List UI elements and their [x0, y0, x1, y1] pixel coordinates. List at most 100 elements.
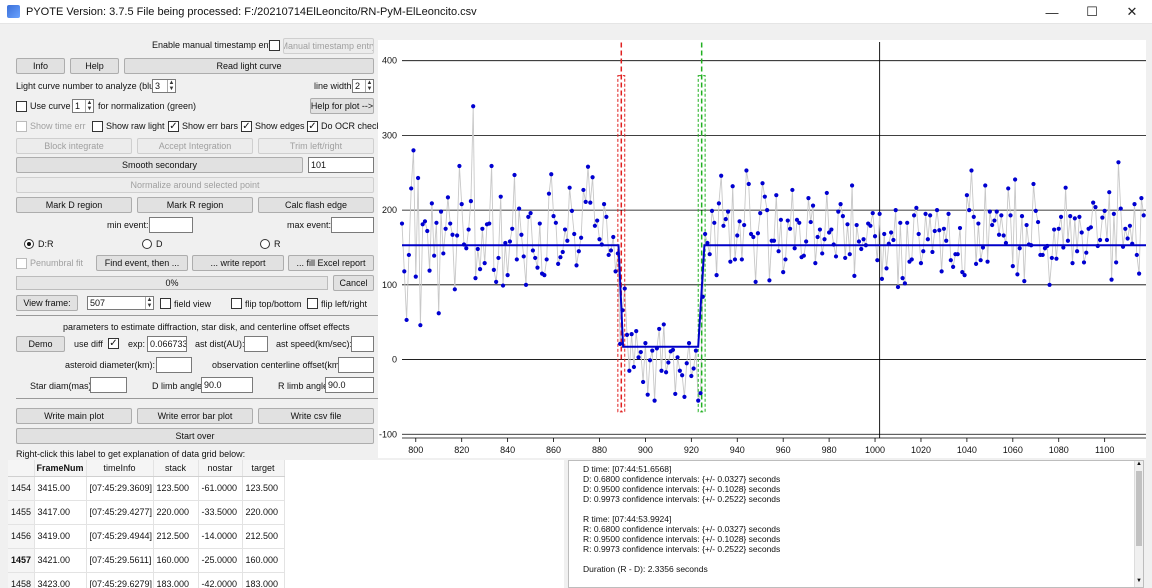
- cell-nostar[interactable]: -25.0000: [198, 548, 243, 573]
- row-header[interactable]: 1455: [8, 500, 35, 525]
- use-curve-spinbox[interactable]: 1 ▲ ▼: [72, 99, 94, 113]
- exp-input[interactable]: 0.0667330: [147, 336, 187, 352]
- table-row[interactable]: 1454 3415.00 [07:45:29.3609] 123.500 -61…: [8, 476, 285, 501]
- max-event-input[interactable]: [331, 217, 374, 233]
- spin-arrows-icon[interactable]: ▲ ▼: [85, 100, 93, 112]
- cell-stack[interactable]: 123.500: [153, 476, 199, 501]
- cancel-button[interactable]: Cancel: [333, 275, 374, 291]
- maximize-button[interactable]: ☐: [1072, 0, 1112, 24]
- manual-timestamp-entry-button[interactable]: Manual timestamp entry: [283, 38, 374, 54]
- minimize-button[interactable]: —: [1032, 0, 1072, 24]
- table-row[interactable]: 1455 3417.00 [07:45:29.4277] 220.000 -33…: [8, 500, 285, 525]
- cell-timeinfo[interactable]: [07:45:29.3609]: [86, 476, 154, 501]
- cell-target[interactable]: 212.500: [242, 524, 285, 549]
- row-header[interactable]: 1457: [8, 548, 35, 573]
- right-click-label[interactable]: Right-click this label to get explanatio…: [16, 449, 245, 459]
- write-csv-file-button[interactable]: Write csv file: [258, 408, 374, 424]
- table-row[interactable]: 1457 3421.00 [07:45:29.5611] 160.000 -25…: [8, 548, 285, 573]
- calc-flash-edge-button[interactable]: Calc flash edge: [258, 197, 374, 213]
- write-report-button[interactable]: ... write report: [192, 255, 284, 271]
- spin-arrows-icon[interactable]: ▲ ▼: [145, 297, 153, 309]
- grid-col-framenum[interactable]: FrameNum: [34, 460, 87, 477]
- log-scrollbar[interactable]: ▲ ▼: [1134, 461, 1143, 587]
- ast-speed-input[interactable]: [351, 336, 374, 352]
- d-limb-angle-input[interactable]: 90.0: [201, 377, 253, 393]
- cell-target[interactable]: 123.500: [242, 476, 285, 501]
- cell-stack[interactable]: 183.000: [153, 572, 199, 588]
- normalize-button[interactable]: Normalize around selected point: [16, 177, 374, 193]
- r-limb-angle-input[interactable]: 90.0: [325, 377, 374, 393]
- cell-target[interactable]: 183.000: [242, 572, 285, 588]
- scroll-down-icon[interactable]: ▼: [1135, 578, 1143, 587]
- trim-left-right-button[interactable]: Trim left/right: [258, 138, 374, 154]
- cell-framenum[interactable]: 3417.00: [34, 500, 87, 525]
- show-edges-checkbox[interactable]: ✓: [241, 121, 252, 132]
- view-frame-spinbox[interactable]: 507 ▲ ▼: [87, 296, 154, 310]
- radio-d[interactable]: [142, 239, 152, 249]
- grid-col-stack[interactable]: stack: [153, 460, 199, 477]
- table-row[interactable]: 1456 3419.00 [07:45:29.4944] 212.500 -14…: [8, 524, 285, 549]
- data-grid[interactable]: FrameNum timeInfo stack nostar target 14…: [8, 460, 564, 588]
- close-button[interactable]: ✕: [1112, 0, 1152, 24]
- fill-excel-report-button[interactable]: ... fill Excel report: [288, 255, 374, 271]
- cell-stack[interactable]: 220.000: [153, 500, 199, 525]
- demo-button[interactable]: Demo: [16, 336, 65, 352]
- cell-framenum[interactable]: 3423.00: [34, 572, 87, 588]
- grid-col-target[interactable]: target: [242, 460, 285, 477]
- ast-dist-input[interactable]: [244, 336, 268, 352]
- flip-top-bottom-checkbox[interactable]: [231, 298, 242, 309]
- view-frame-button[interactable]: View frame:: [16, 295, 78, 311]
- penumbral-fit-checkbox[interactable]: [16, 258, 27, 269]
- cell-nostar[interactable]: -33.5000: [198, 500, 243, 525]
- table-row[interactable]: 1458 3423.00 [07:45:29.6279] 183.000 -42…: [8, 572, 285, 588]
- row-header[interactable]: 1454: [8, 476, 35, 501]
- cell-timeinfo[interactable]: [07:45:29.6279]: [86, 572, 154, 588]
- use-diff-checkbox[interactable]: ✓: [108, 338, 119, 349]
- write-error-bar-plot-button[interactable]: Write error bar plot: [137, 408, 253, 424]
- info-button[interactable]: Info: [16, 58, 65, 74]
- scroll-up-icon[interactable]: ▲: [1135, 461, 1143, 470]
- cell-timeinfo[interactable]: [07:45:29.4944]: [86, 524, 154, 549]
- centerline-offset-input[interactable]: [338, 357, 374, 373]
- field-view-checkbox[interactable]: [160, 298, 171, 309]
- smooth-value-input[interactable]: 101: [308, 157, 374, 173]
- spin-arrows-icon[interactable]: ▲ ▼: [167, 80, 175, 92]
- results-log[interactable]: D time: [07:44:51.6568] D: 0.6800 confid…: [568, 460, 1144, 588]
- line-width-spinbox[interactable]: 2 ▲ ▼: [352, 79, 374, 93]
- write-main-plot-button[interactable]: Write main plot: [16, 408, 132, 424]
- min-event-input[interactable]: [149, 217, 193, 233]
- cell-nostar[interactable]: -14.0000: [198, 524, 243, 549]
- help-button[interactable]: Help: [70, 58, 119, 74]
- mark-r-region-button[interactable]: Mark R region: [137, 197, 253, 213]
- start-over-button[interactable]: Start over: [16, 428, 374, 444]
- cell-timeinfo[interactable]: [07:45:29.5611]: [86, 548, 154, 573]
- enable-manual-timestamp-checkbox[interactable]: [269, 40, 280, 51]
- cell-framenum[interactable]: 3415.00: [34, 476, 87, 501]
- grid-col-nostar[interactable]: nostar: [198, 460, 243, 477]
- cell-target[interactable]: 220.000: [242, 500, 285, 525]
- accept-integration-button[interactable]: Accept Integration: [137, 138, 253, 154]
- smooth-secondary-button[interactable]: Smooth secondary: [16, 157, 303, 173]
- light-curve-number-spinbox[interactable]: 3 ▲ ▼: [152, 79, 176, 93]
- cell-nostar[interactable]: -42.0000: [198, 572, 243, 588]
- star-diam-input[interactable]: [90, 377, 127, 393]
- light-curve-svg[interactable]: -100 0 100 200 300 400 800 820 840 860 880 900 920 94…: [378, 40, 1146, 458]
- scroll-thumb[interactable]: [1136, 471, 1142, 546]
- grid-col-timeinfo[interactable]: timeInfo: [86, 460, 154, 477]
- row-header[interactable]: 1456: [8, 524, 35, 549]
- cell-framenum[interactable]: 3421.00: [34, 548, 87, 573]
- cell-nostar[interactable]: -61.0000: [198, 476, 243, 501]
- row-header[interactable]: 1458: [8, 572, 35, 588]
- show-raw-light-checkbox[interactable]: [92, 121, 103, 132]
- read-light-curve-button[interactable]: Read light curve: [124, 58, 374, 74]
- cell-stack[interactable]: 212.500: [153, 524, 199, 549]
- flip-left-right-checkbox[interactable]: [307, 298, 318, 309]
- asteroid-diameter-input[interactable]: [156, 357, 192, 373]
- cell-stack[interactable]: 160.000: [153, 548, 199, 573]
- help-for-plot-button[interactable]: Help for plot -->: [310, 98, 374, 114]
- cell-timeinfo[interactable]: [07:45:29.4277]: [86, 500, 154, 525]
- radio-r[interactable]: [260, 239, 270, 249]
- mark-d-region-button[interactable]: Mark D region: [16, 197, 132, 213]
- light-curve-plot[interactable]: -100 0 100 200 300 400 800 820 840 860 880 900 920 94…: [378, 40, 1146, 458]
- show-err-bars-checkbox[interactable]: ✓: [168, 121, 179, 132]
